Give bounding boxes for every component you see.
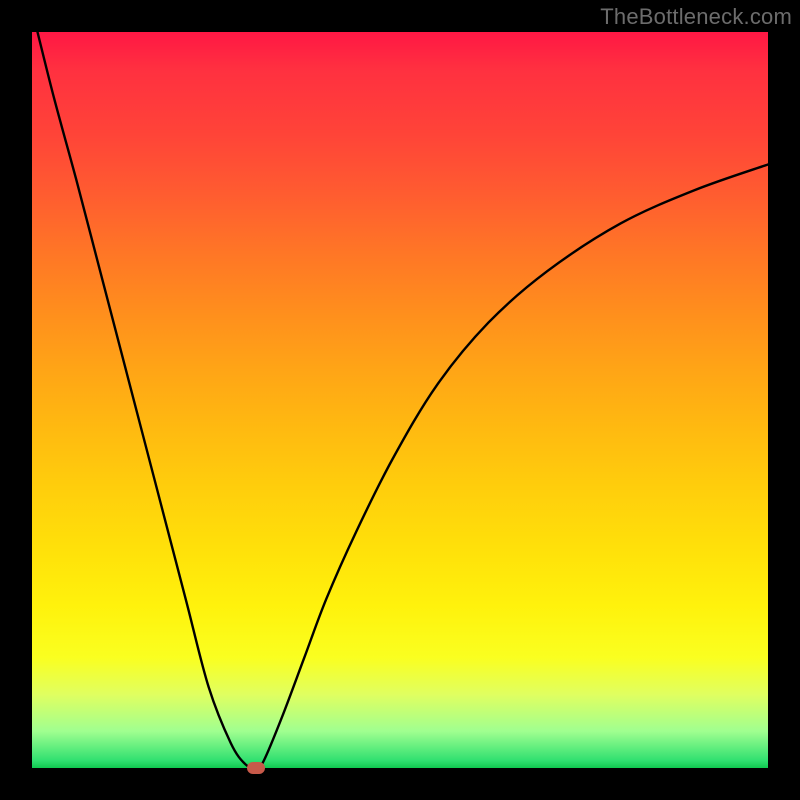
bottleneck-curve [36,32,768,768]
chart-frame: TheBottleneck.com [0,0,800,800]
curve-svg [32,32,768,768]
plot-area [32,32,768,768]
attribution-label: TheBottleneck.com [600,4,792,30]
minimum-marker [247,762,265,774]
